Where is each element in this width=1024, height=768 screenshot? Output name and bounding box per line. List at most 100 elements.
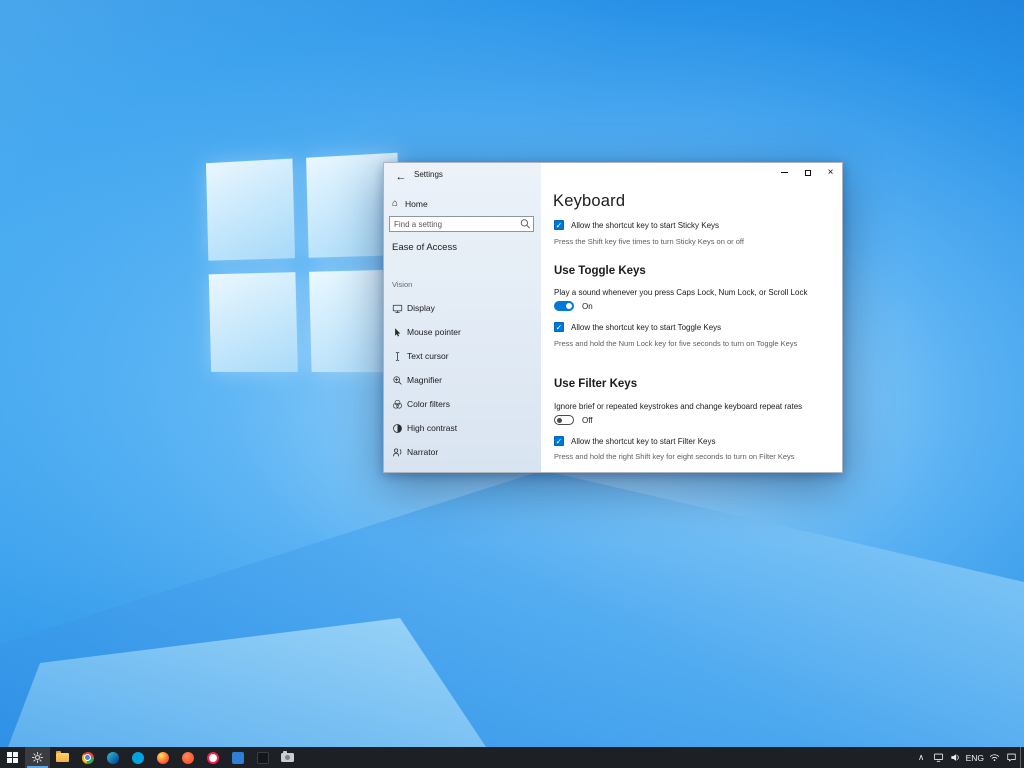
toggle-keys-setting-label: Play a sound whenever you press Caps Loc… [554,288,808,297]
back-button[interactable]: ← [390,167,412,187]
notification-center-icon [1007,753,1016,762]
skype-icon [131,751,144,764]
sidebar-item-label: Narrator [407,447,439,457]
close-icon: × [827,167,834,178]
checkbox-checked-icon[interactable]: ✓ [554,436,564,446]
toggle-keys-switch-row: On [554,301,593,311]
sidebar-item-label: Color filters [407,399,450,409]
sidebar-item-mouse-pointer[interactable]: Mouse pointer [384,320,541,344]
maximize-button[interactable] [796,163,819,182]
home-icon: ⌂ [392,198,399,209]
toggle-keys-switch[interactable] [554,301,574,311]
chevron-up-icon: ∧ [917,752,925,762]
sidebar-item-home[interactable]: ⌂ Home [384,194,541,214]
monitor-icon [933,753,943,762]
checkbox-checked-icon[interactable]: ✓ [554,322,564,332]
taskbar-item-terminal[interactable] [250,747,275,768]
high-contrast-icon [393,423,402,433]
filter-keys-checkbox-label: Allow the shortcut key to start Filter K… [571,436,716,446]
filter-keys-switch[interactable] [554,415,574,425]
nav-group-label: Vision [392,280,413,289]
filter-keys-switch-row: Off [554,415,593,425]
settings-sidebar: ⌂ Home Ease of Access Vision Display [384,163,541,472]
filter-keys-setting-label: Ignore brief or repeated keystrokes and … [554,402,803,411]
firefox-icon [156,751,169,764]
close-button[interactable]: × [819,163,842,182]
sidebar-item-color-filters[interactable]: Color filters [384,392,541,416]
start-button[interactable] [0,747,25,768]
sticky-keys-checkbox-label: Allow the shortcut key to start Sticky K… [571,220,720,230]
settings-window: ⌂ Home Ease of Access Vision Display [383,162,843,473]
taskbar-apps [0,747,300,768]
text-cursor-icon [395,351,400,361]
mouse-pointer-icon [395,327,401,336]
sidebar-item-label: Magnifier [407,375,442,385]
toggle-keys-shortcut-checkbox-row[interactable]: ✓ Allow the shortcut key to start Toggle… [554,322,721,332]
terminal-icon [256,751,269,764]
filter-keys-shortcut-checkbox-row[interactable]: ✓ Allow the shortcut key to start Filter… [554,436,716,446]
tray-overflow-button[interactable]: ∧ [913,747,930,768]
taskbar-item-file-explorer[interactable] [50,747,75,768]
toggle-knob [566,303,572,309]
taskbar-item-camera[interactable] [275,747,300,768]
minimize-button[interactable] [773,163,796,182]
sidebar-item-narrator[interactable]: Narrator [384,440,541,464]
magnifier-icon [393,375,402,385]
windows-logo-icon [7,752,18,763]
window-controls: × [773,163,842,182]
color-filters-icon [393,399,402,409]
taskbar: ∧ ENG [0,747,1024,768]
sidebar-item-label: High contrast [407,423,458,433]
taskbar-item-edge[interactable] [100,747,125,768]
sidebar-item-magnifier[interactable]: Magnifier [384,368,541,392]
logo-pane [208,272,298,373]
tray-display-button[interactable] [930,747,947,768]
taskbar-item-brave[interactable] [175,747,200,768]
taskbar-item-chrome[interactable] [75,747,100,768]
system-tray: ∧ ENG [913,747,1024,768]
language-label: ENG [965,752,984,763]
wifi-icon [989,754,1000,761]
sidebar-item-text-cursor[interactable]: Text cursor [384,344,541,368]
toggle-keys-description: Press and hold the Num Lock key for five… [554,339,798,348]
tray-notification-button[interactable] [1003,747,1020,768]
toggle-keys-heading: Use Toggle Keys [554,265,646,277]
toggle-keys-checkbox-label: Allow the shortcut key to start Toggle K… [571,322,722,332]
sticky-keys-shortcut-checkbox-row[interactable]: ✓ Allow the shortcut key to start Sticky… [554,220,719,230]
show-desktop-button[interactable] [1020,747,1024,768]
taskbar-item-firefox[interactable] [150,747,175,768]
tray-network-button[interactable] [986,747,1003,768]
category-title: Ease of Access [392,242,457,253]
brave-icon [181,751,194,764]
filter-keys-heading: Use Filter Keys [554,378,638,390]
taskbar-item-opera[interactable] [200,747,225,768]
taskbar-item-skype[interactable] [125,747,150,768]
camera-icon [281,751,294,762]
sidebar-item-label: Text cursor [407,351,449,361]
search-icon [520,219,531,229]
filter-keys-description: Press and hold the right Shift key for e… [554,452,795,461]
taskbar-item-settings[interactable] [25,747,50,768]
minimize-icon [781,172,788,173]
toggle-keys-state-label: On [582,301,593,311]
sidebar-item-label: Display [407,303,435,313]
settings-search-box[interactable] [389,216,534,232]
logo-pane [205,158,295,261]
vscode-icon [231,751,244,764]
settings-gear-icon [31,751,44,764]
speaker-icon [950,754,959,761]
tray-volume-button[interactable] [947,747,964,768]
search-input[interactable] [390,219,518,229]
windows-wallpaper-logo [205,152,404,373]
display-icon [392,304,403,313]
taskbar-item-vscode[interactable] [225,747,250,768]
narrator-icon [393,448,402,456]
filter-keys-state-label: Off [582,415,593,425]
sidebar-item-display[interactable]: Display [384,296,541,320]
back-arrow-icon: ← [395,171,407,183]
sticky-keys-description: Press the Shift key five times to turn S… [554,237,744,246]
sidebar-item-high-contrast[interactable]: High contrast [384,416,541,440]
tray-language-button[interactable]: ENG [964,747,986,768]
checkbox-checked-icon[interactable]: ✓ [554,220,564,230]
home-label: Home [405,199,428,209]
